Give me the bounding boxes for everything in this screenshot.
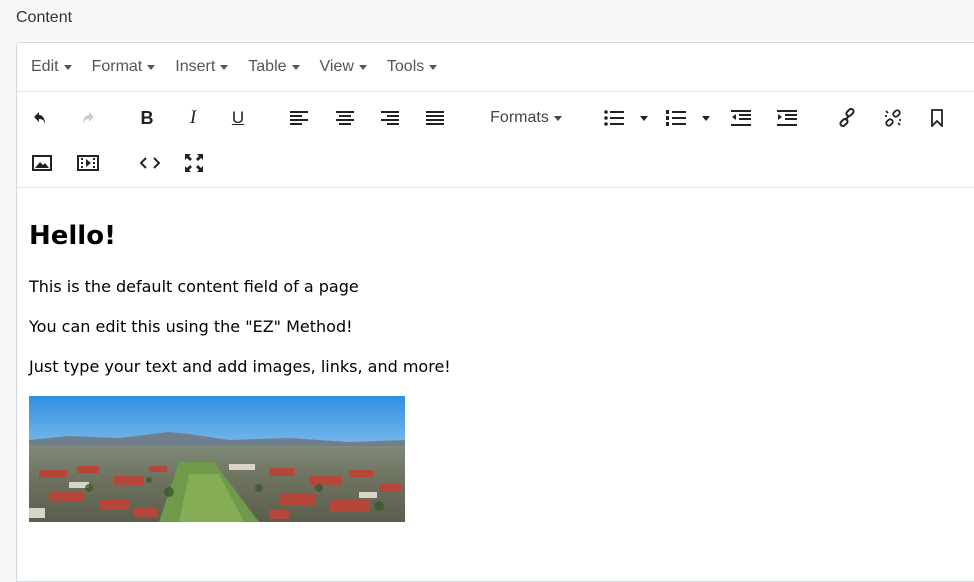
chevron-down-icon <box>553 115 562 121</box>
italic-button[interactable]: I <box>181 105 205 131</box>
bold-button[interactable]: B <box>135 105 159 131</box>
source-code-button[interactable] <box>137 150 163 176</box>
unlink-icon <box>885 109 901 127</box>
menu-format[interactable]: Format <box>92 58 156 76</box>
redo-icon <box>83 112 94 124</box>
editor-content-area[interactable]: Hello! This is the default content field… <box>17 188 974 581</box>
menu-format-label: Format <box>91 58 143 75</box>
align-right-icon <box>381 111 399 125</box>
campus-panorama-image[interactable] <box>29 396 405 522</box>
menu-tools[interactable]: Tools <box>386 58 438 76</box>
numbered-list-icon <box>666 110 686 126</box>
align-center-icon <box>336 111 354 125</box>
menu-table-label: Table <box>248 58 287 75</box>
redo-button[interactable] <box>75 105 99 131</box>
align-justify-icon <box>426 111 444 125</box>
menu-insert[interactable]: Insert <box>175 58 229 76</box>
content-paragraph: Just type your text and add images, link… <box>29 357 451 376</box>
source-code-icon <box>140 157 160 169</box>
chevron-down-icon <box>291 64 300 70</box>
bullet-list-options[interactable] <box>637 105 651 131</box>
remove-link-button[interactable] <box>881 105 905 131</box>
numbered-list-button[interactable] <box>665 105 687 131</box>
bullet-list-icon <box>604 110 624 126</box>
menu-table[interactable]: Table <box>248 58 300 76</box>
outdent-button[interactable] <box>729 105 753 131</box>
underline-icon: U <box>231 108 245 127</box>
content-field-label: Content <box>16 9 73 26</box>
media-icon <box>77 155 99 171</box>
bullet-list-button[interactable] <box>603 105 625 131</box>
insert-media-button[interactable] <box>75 150 101 176</box>
indent-icon <box>777 110 797 126</box>
rich-text-editor: Edit Format Insert Table View Tools B I … <box>16 42 974 582</box>
chevron-down-icon <box>429 64 438 70</box>
align-right-button[interactable] <box>378 105 402 131</box>
formats-label: Formats <box>490 109 549 126</box>
bold-icon: B <box>140 107 154 128</box>
chevron-down-icon <box>358 64 367 70</box>
italic-icon: I <box>189 107 197 128</box>
align-left-button[interactable] <box>287 105 311 131</box>
campus-photo-graphic <box>29 396 405 522</box>
bookmark-button[interactable] <box>925 105 949 131</box>
bookmark-icon <box>931 109 943 127</box>
fullscreen-button[interactable] <box>181 150 207 176</box>
undo-button[interactable] <box>29 105 53 131</box>
indent-button[interactable] <box>775 105 799 131</box>
content-paragraph: This is the default content field of a p… <box>29 277 359 296</box>
menu-view-label: View <box>319 58 354 75</box>
content-heading: Hello! <box>29 221 116 251</box>
align-center-button[interactable] <box>333 105 357 131</box>
editor-menubar: Edit Format Insert Table View Tools <box>17 43 974 92</box>
chevron-down-icon <box>640 115 648 121</box>
numbered-list-options[interactable] <box>699 105 713 131</box>
insert-link-button[interactable] <box>835 105 859 131</box>
chevron-down-icon <box>702 115 710 121</box>
link-icon <box>839 108 855 128</box>
menu-insert-label: Insert <box>175 58 216 75</box>
insert-image-button[interactable] <box>29 150 55 176</box>
chevron-down-icon <box>220 64 229 70</box>
undo-icon <box>34 112 45 124</box>
menu-edit-label: Edit <box>31 58 59 75</box>
fullscreen-icon <box>185 154 203 172</box>
underline-button[interactable]: U <box>226 105 250 131</box>
chevron-down-icon <box>63 64 72 70</box>
align-justify-button[interactable] <box>423 105 447 131</box>
formats-dropdown[interactable]: Formats <box>485 105 567 131</box>
menu-edit[interactable]: Edit <box>31 58 72 76</box>
image-icon <box>32 155 52 171</box>
menu-tools-label: Tools <box>386 58 425 75</box>
align-left-icon <box>290 111 308 125</box>
content-paragraph: You can edit this using the "EZ" Method! <box>29 317 353 336</box>
menu-view[interactable]: View <box>320 58 367 76</box>
chevron-down-icon <box>147 64 156 70</box>
outdent-icon <box>731 110 751 126</box>
editor-toolbar: B I U Formats <box>17 92 974 188</box>
